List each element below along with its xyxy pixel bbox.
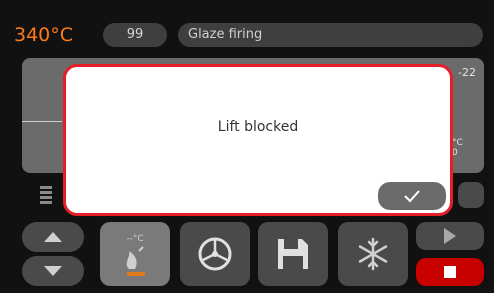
start-button[interactable] [416,222,484,250]
dialog-message: Lift blocked [217,119,299,135]
confirm-button[interactable] [378,182,446,210]
wheel-icon [198,237,232,271]
save-button[interactable] [258,222,328,286]
panel-divider [22,121,62,122]
panel-right-bottom-value: °C 0 [452,138,463,158]
panel-right-top-value: -22 [458,66,476,79]
save-icon [278,239,308,269]
scroll-down-button[interactable] [22,256,84,286]
stop-button[interactable] [416,258,484,286]
cooling-button[interactable] [338,222,408,286]
temperature-segment-button[interactable]: --°C [100,222,170,286]
arrow-up-icon [44,232,62,242]
wheel-button[interactable] [180,222,250,286]
tool-a-label: --°C [126,234,143,244]
thermometer-flame-icon: --°C [126,234,145,276]
alert-dialog: Lift blocked [63,64,453,216]
scroll-up-button[interactable] [22,222,84,252]
level-indicator-icon [40,184,52,208]
program-number-field[interactable]: 99 [103,23,167,47]
current-temperature: 340°C [14,24,74,46]
kiln-controller-screen: 340°C 99 Glaze firing -22 °C 0 --°C Lift… [0,0,494,293]
check-icon [404,190,420,203]
program-name-field[interactable]: Glaze firing [178,23,483,47]
panel-side-button[interactable] [458,182,484,208]
snowflake-icon [358,237,388,271]
arrow-down-icon [44,266,62,276]
stop-icon [444,266,456,278]
play-icon [444,228,456,244]
